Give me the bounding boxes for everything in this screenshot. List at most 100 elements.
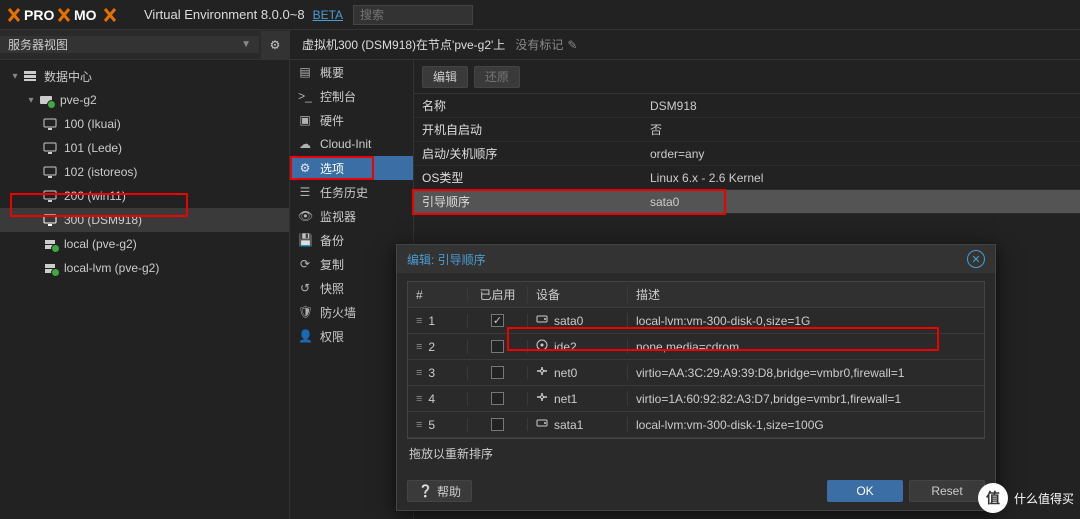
tree-label: local-lvm (pve-g2) xyxy=(64,261,159,275)
chevron-down-icon: ▼ xyxy=(241,39,251,50)
user-icon: 👤 xyxy=(298,329,312,343)
enabled-checkbox[interactable] xyxy=(491,392,504,405)
breadcrumb-title: 虚拟机300 (DSM918)在节点'pve-g2'上 xyxy=(302,36,505,53)
tree-storage-local-lvm[interactable]: local-lvm (pve-g2) xyxy=(0,256,289,280)
monitor-icon xyxy=(42,212,58,228)
menu-summary[interactable]: ▤概要 xyxy=(290,60,413,84)
boot-table-row[interactable]: ≡3net0virtio=AA:3C:29:A9:39:D8,bridge=vm… xyxy=(408,360,984,386)
opt-key: 开机自启动 xyxy=(414,121,650,138)
gear-icon: ⚙ xyxy=(298,161,312,175)
gear-button[interactable]: ⚙ xyxy=(261,31,289,59)
menu-backup[interactable]: 💾备份 xyxy=(290,228,413,252)
menu-replication[interactable]: ⟳复制 xyxy=(290,252,413,276)
menu-snapshot[interactable]: ↺快照 xyxy=(290,276,413,300)
drag-handle-icon[interactable]: ≡ xyxy=(416,367,422,379)
tree-vm-100[interactable]: 100 (Ikuai) xyxy=(0,112,289,136)
drag-handle-icon[interactable]: ≡ xyxy=(416,393,422,405)
menu-console[interactable]: >_控制台 xyxy=(290,84,413,108)
device-icon xyxy=(536,391,548,406)
enabled-checkbox[interactable] xyxy=(491,366,504,379)
opt-row-autostart[interactable]: 开机自启动否 xyxy=(414,118,1080,142)
tree-node-pve-g2[interactable]: ▾ pve-g2 xyxy=(0,88,289,112)
menu-label: 复制 xyxy=(320,256,344,273)
ok-button[interactable]: OK xyxy=(827,480,903,502)
boot-table-row[interactable]: ≡ 2 ide2 none,media=cdrom xyxy=(408,334,984,360)
cloud-icon: ☁ xyxy=(298,137,312,151)
tree-vm-300[interactable]: 300 (DSM918) xyxy=(0,208,289,232)
drag-handle-icon[interactable]: ≡ xyxy=(416,341,422,353)
svg-text:MO: MO xyxy=(74,7,97,23)
row-index: 1 xyxy=(428,314,435,328)
question-icon: ❔ xyxy=(418,484,433,498)
menu-label: 防火墙 xyxy=(320,304,356,321)
disk-icon xyxy=(42,236,58,252)
device-description: none,media=cdrom xyxy=(628,340,984,354)
watermark: 值 什么值得买 xyxy=(978,483,1074,513)
sidebar: 服务器视图 ▼ ⚙ ▾ 数据中心 ▾ pve-g2 100 (Ikuai) xyxy=(0,30,290,519)
options-toolbar: 编辑 还原 xyxy=(414,60,1080,94)
device-name: ide2 xyxy=(554,340,577,354)
tree-datacenter[interactable]: ▾ 数据中心 xyxy=(0,64,289,88)
drag-handle-icon[interactable]: ≡ xyxy=(416,419,422,431)
tree-vm-101[interactable]: 101 (Lede) xyxy=(0,136,289,160)
opt-row-startorder[interactable]: 启动/关机顺序order=any xyxy=(414,142,1080,166)
opt-key: OS类型 xyxy=(414,169,650,186)
monitor-icon xyxy=(42,140,58,156)
device-name: net1 xyxy=(554,392,577,406)
menu-label: 概要 xyxy=(320,64,344,81)
opt-row-bootorder[interactable]: 引导顺序sata0 xyxy=(414,190,1080,214)
menu-label: 监视器 xyxy=(320,208,356,225)
drag-handle-icon[interactable]: ≡ xyxy=(416,315,422,327)
caret-icon: ▾ xyxy=(24,95,38,106)
tree-storage-local[interactable]: local (pve-g2) xyxy=(0,232,289,256)
server-icon xyxy=(22,68,38,84)
tree-vm-200[interactable]: 200 (win11) xyxy=(0,184,289,208)
menu-label: Cloud-Init xyxy=(320,137,371,151)
history-icon: ↺ xyxy=(298,281,312,295)
col-device: 设备 xyxy=(528,286,628,303)
beta-link[interactable]: BETA xyxy=(313,8,343,22)
view-selector[interactable]: 服务器视图 ▼ xyxy=(0,36,259,53)
menu-monitor[interactable]: 👁监视器 xyxy=(290,204,413,228)
menu-hardware[interactable]: ▣硬件 xyxy=(290,108,413,132)
dialog-title: 编辑: 引导顺序 xyxy=(407,251,486,268)
enabled-checkbox[interactable] xyxy=(491,340,504,353)
watermark-badge: 值 xyxy=(978,483,1008,513)
tree-label: 100 (Ikuai) xyxy=(64,117,121,131)
reset-button[interactable]: Reset xyxy=(909,480,985,502)
tree-vm-102[interactable]: 102 (istoreos) xyxy=(0,160,289,184)
menu-permissions[interactable]: 👤权限 xyxy=(290,324,413,348)
opt-key: 启动/关机顺序 xyxy=(414,145,650,162)
opt-key: 名称 xyxy=(414,97,650,114)
close-button[interactable]: ✕ xyxy=(967,250,985,268)
help-button[interactable]: ❔帮助 xyxy=(407,480,472,502)
menu-firewall[interactable]: 🛡防火墙 xyxy=(290,300,413,324)
product-title: Virtual Environment 8.0.0~8 xyxy=(144,7,305,22)
chip-icon: ▣ xyxy=(298,113,312,127)
svg-text:PRO: PRO xyxy=(24,7,54,23)
boot-order-dialog: 编辑: 引导顺序 ✕ # 已启用 设备 描述 ≡1✓sata0local-lvm… xyxy=(396,244,996,511)
opt-row-name[interactable]: 名称DSM918 xyxy=(414,94,1080,118)
opt-val: order=any xyxy=(650,147,1080,161)
menu-options[interactable]: ⚙选项 xyxy=(290,156,413,180)
boot-table-row[interactable]: ≡4net1virtio=1A:60:92:82:A3:D7,bridge=vm… xyxy=(408,386,984,412)
enabled-checkbox[interactable] xyxy=(491,418,504,431)
row-index: 2 xyxy=(428,340,435,354)
boot-table-row[interactable]: ≡1✓sata0local-lvm:vm-300-disk-0,size=1G xyxy=(408,308,984,334)
device-name: sata0 xyxy=(554,314,583,328)
boot-table-row[interactable]: ≡5sata1local-lvm:vm-300-disk-1,size=100G xyxy=(408,412,984,438)
menu-label: 控制台 xyxy=(320,88,356,105)
device-description: virtio=1A:60:92:82:A3:D7,bridge=vmbr1,fi… xyxy=(628,392,984,406)
enabled-checkbox[interactable]: ✓ xyxy=(491,314,504,327)
menu-task-history[interactable]: ☰任务历史 xyxy=(290,180,413,204)
pencil-icon: ✎ xyxy=(567,38,577,52)
tags-area[interactable]: 没有标记 ✎ xyxy=(515,36,577,53)
search-input[interactable] xyxy=(353,5,473,25)
edit-button[interactable]: 编辑 xyxy=(422,66,468,88)
caret-icon: ▾ xyxy=(8,71,22,82)
gear-icon: ⚙ xyxy=(270,38,281,52)
drag-hint: 拖放以重新排序 xyxy=(407,439,985,466)
opt-row-ostype[interactable]: OS类型Linux 6.x - 2.6 Kernel xyxy=(414,166,1080,190)
menu-cloud-init[interactable]: ☁ Cloud-Init xyxy=(290,132,413,156)
device-icon xyxy=(536,313,548,328)
